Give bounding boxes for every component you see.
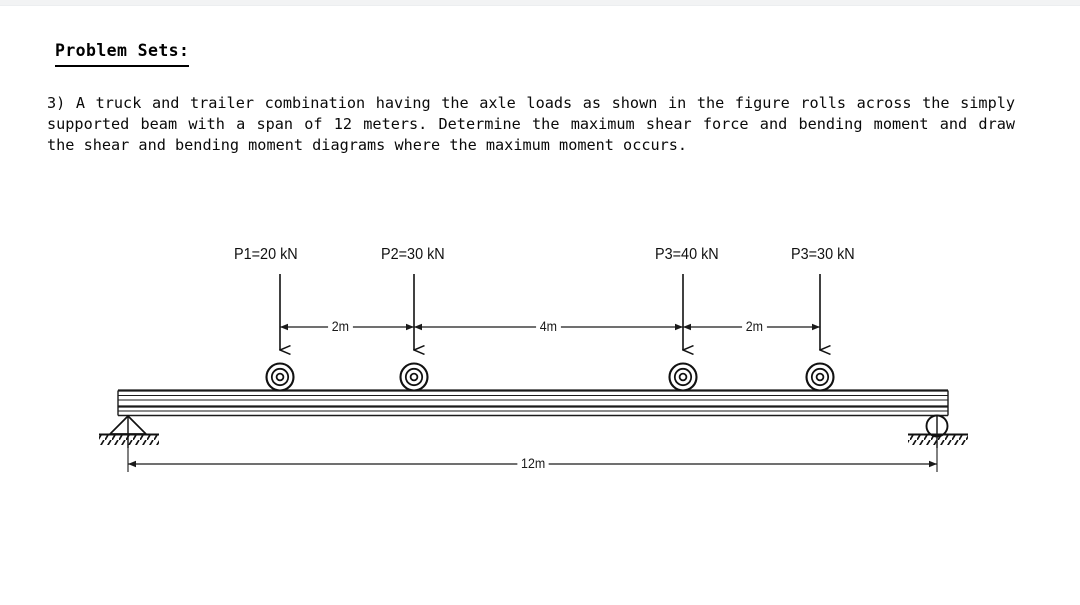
load-label-p4: P3=30 kN xyxy=(791,246,855,263)
dimension-label-4m: 4m xyxy=(536,319,561,334)
load-label-p3: P3=40 kN xyxy=(655,246,719,263)
wheel-p2 xyxy=(399,362,429,392)
wheel-p4 xyxy=(805,362,835,392)
top-band xyxy=(0,0,1080,6)
left-pin-support xyxy=(99,414,159,448)
beam-diagram: P1=20 kN P2=30 kN P3=40 kN P3=30 kN 2m 4… xyxy=(0,230,1080,500)
page-root: Problem Sets: 3) A truck and trailer com… xyxy=(0,0,1080,605)
load-label-p1: P1=20 kN xyxy=(234,246,298,263)
wheel-p1 xyxy=(265,362,295,392)
dimension-label-12m: 12m xyxy=(517,456,549,471)
page-title: Problem Sets: xyxy=(55,41,190,67)
beam-member xyxy=(117,389,949,417)
wheel-p3 xyxy=(668,362,698,392)
load-arrows xyxy=(280,274,820,350)
axle-wheels xyxy=(265,362,835,392)
problem-statement: 3) A truck and trailer combination havin… xyxy=(47,94,1015,155)
right-roller-support xyxy=(908,414,968,448)
load-label-p2: P2=30 kN xyxy=(381,246,445,263)
dimension-label-2m-right: 2m xyxy=(742,319,767,334)
dimension-label-2m-left: 2m xyxy=(328,319,353,334)
